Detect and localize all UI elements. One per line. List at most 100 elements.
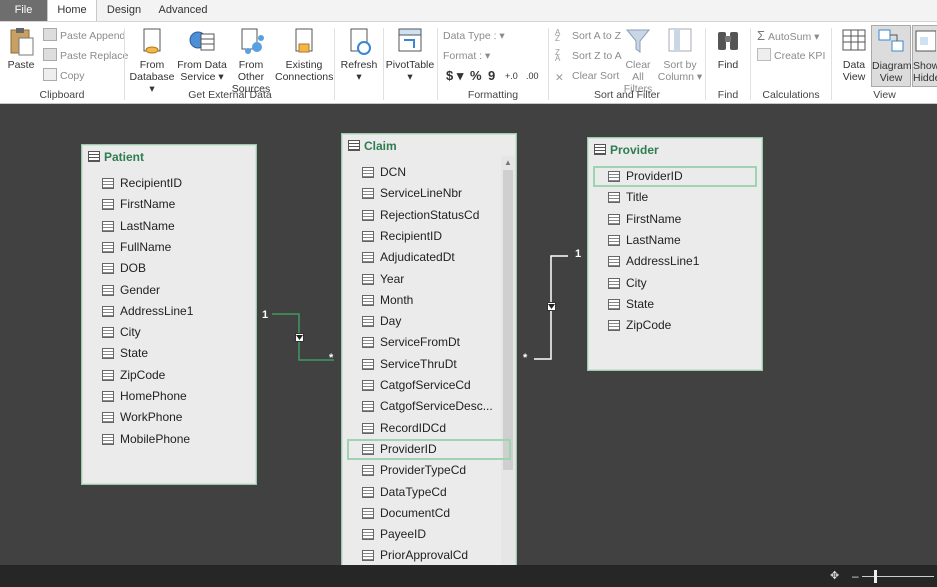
from-other-sources-button[interactable]: From Other Sources xyxy=(225,26,277,95)
provider-table[interactable]: Provider ProviderID Title FirstName LastNam… xyxy=(587,137,763,371)
column-row[interactable]: ServiceThruDt xyxy=(342,354,516,375)
find-button[interactable]: Find xyxy=(710,26,746,71)
column-label: AdjudicatedDt xyxy=(380,250,455,265)
column-row[interactable]: DCN xyxy=(342,162,516,183)
paste-button[interactable]: Paste xyxy=(4,26,38,71)
patient-table[interactable]: Patient RecipientID FirstName LastName Full… xyxy=(81,144,257,485)
column-label: DOB xyxy=(120,261,147,276)
data-view-button[interactable]: Data View xyxy=(836,26,872,83)
paste-append-icon xyxy=(43,28,57,41)
provider-table-title[interactable]: Provider xyxy=(588,138,762,162)
claim-table-title[interactable]: Claim xyxy=(342,134,516,158)
filter-direction-icon[interactable] xyxy=(547,302,556,311)
decrease-decimal-icon[interactable]: .00 xyxy=(526,68,539,84)
column-label: PayeeID xyxy=(380,527,427,542)
patient-table-title[interactable]: Patient xyxy=(82,145,256,169)
sort-a-to-z-button[interactable]: A Z Sort A to Z xyxy=(555,28,621,44)
sort-z-to-a-button[interactable]: Z A Sort Z to A xyxy=(555,48,622,64)
existing-connections-button[interactable]: Existing Connections xyxy=(275,26,333,83)
column-row[interactable]: AddressLine1 xyxy=(82,301,256,322)
column-row[interactable]: ZipCode xyxy=(82,365,256,386)
show-hidden-label-2: Hidde xyxy=(913,72,937,84)
autosum-button[interactable]: Σ AutoSum ▾ xyxy=(757,28,819,44)
column-row[interactable]: Month xyxy=(342,290,516,311)
percent-button[interactable]: % xyxy=(470,68,482,84)
filter-direction-icon[interactable] xyxy=(295,333,304,342)
paste-replace-button[interactable]: Paste Replace xyxy=(43,48,128,64)
column-row[interactable]: ProviderID xyxy=(588,166,762,187)
column-label: Year xyxy=(380,271,405,286)
column-row[interactable]: RecipientID xyxy=(82,173,256,194)
data-service-icon xyxy=(188,26,216,56)
column-row[interactable]: AddressLine1 xyxy=(588,251,762,272)
column-row[interactable]: City xyxy=(588,273,762,294)
column-row[interactable]: ProviderID xyxy=(342,438,516,460)
column-row[interactable]: DataTypeCd xyxy=(342,482,516,503)
tab-file[interactable]: File xyxy=(0,0,47,21)
column-row[interactable]: MobilePhone xyxy=(82,429,256,450)
column-row[interactable]: CatgofServiceCd xyxy=(342,375,516,396)
column-row[interactable]: ServiceFromDt xyxy=(342,332,516,353)
tab-home[interactable]: Home xyxy=(47,0,97,21)
column-row[interactable]: PriorApprovalCd xyxy=(342,545,516,566)
create-kpi-button[interactable]: Create KPI xyxy=(757,48,825,64)
column-row[interactable]: Day xyxy=(342,311,516,332)
column-row[interactable]: RecordIDCd xyxy=(342,418,516,439)
diagram-view-button[interactable]: Diagram View xyxy=(871,25,912,87)
column-row[interactable]: Title xyxy=(588,187,762,208)
column-row[interactable]: FirstName xyxy=(588,209,762,230)
copy-button[interactable]: Copy xyxy=(43,68,85,84)
data-view-icon xyxy=(840,26,868,56)
column-row[interactable]: ServiceLineNbr xyxy=(342,183,516,204)
sort-by-column-button[interactable]: Sort by Column ▾ xyxy=(657,26,703,83)
clear-sort-button[interactable]: ✕ Clear Sort xyxy=(555,68,619,84)
from-data-service-button[interactable]: From Data Service ▾ xyxy=(177,26,227,83)
column-row[interactable]: State xyxy=(82,343,256,364)
table-icon xyxy=(594,144,606,155)
column-row[interactable]: DOB xyxy=(82,258,256,279)
show-hidden-button[interactable]: Show Hidde xyxy=(912,25,937,87)
column-icon xyxy=(362,230,374,242)
increase-decimal-icon[interactable]: +.0 xyxy=(505,68,518,84)
column-row[interactable]: CatgofServiceDesc... xyxy=(342,396,516,417)
clear-all-filters-button[interactable]: Clear All Filters xyxy=(619,26,657,95)
column-row[interactable]: ProviderTypeCd xyxy=(342,460,516,481)
pivottable-button[interactable]: PivotTable ▾ xyxy=(385,26,435,83)
tab-advanced[interactable]: Advanced xyxy=(152,0,214,21)
column-row[interactable]: Year xyxy=(342,269,516,290)
diagram-canvas[interactable]: 1 * 1 * Patient RecipientID FirstName Last… xyxy=(0,104,937,569)
column-icon xyxy=(608,277,620,289)
column-row[interactable]: WorkPhone xyxy=(82,407,256,428)
comma-style-button[interactable]: 9 xyxy=(488,68,495,84)
column-row[interactable]: ZipCode xyxy=(588,315,762,336)
column-row[interactable]: Gender xyxy=(82,280,256,301)
tab-design[interactable]: Design xyxy=(100,0,148,21)
column-row[interactable]: State xyxy=(588,294,762,315)
claim-table[interactable]: Claim ▲ DCN ServiceLineNbr RejectionStatus… xyxy=(341,133,517,569)
column-label: ProviderID xyxy=(380,441,437,456)
column-row[interactable]: LastName xyxy=(588,230,762,251)
zoom-slider-track[interactable] xyxy=(862,576,934,577)
column-row[interactable]: FullName xyxy=(82,237,256,258)
zoom-slider-thumb[interactable] xyxy=(874,570,877,583)
fit-to-screen-icon[interactable]: ✥ xyxy=(830,569,839,582)
column-row[interactable]: PayeeID xyxy=(342,524,516,545)
column-row[interactable]: RejectionStatusCd xyxy=(342,205,516,226)
refresh-button[interactable]: Refresh ▾ xyxy=(337,26,381,83)
diagram-view-label-2: View xyxy=(879,72,903,84)
column-label: FullName xyxy=(120,239,172,254)
column-row[interactable]: FirstName xyxy=(82,194,256,215)
zoom-out-icon[interactable]: – xyxy=(852,569,859,583)
column-row[interactable]: LastName xyxy=(82,216,256,237)
column-row[interactable]: AdjudicatedDt xyxy=(342,247,516,268)
from-database-button[interactable]: From Database ▾ xyxy=(127,26,177,95)
column-row[interactable]: City xyxy=(82,322,256,343)
column-icon xyxy=(102,178,114,189)
currency-button[interactable]: $ ▾ xyxy=(446,68,463,84)
paste-append-button[interactable]: Paste Append xyxy=(43,28,125,44)
format-dropdown[interactable]: Format : ▾ xyxy=(443,48,490,64)
column-row[interactable]: DocumentCd xyxy=(342,503,516,524)
column-row[interactable]: RecipientID xyxy=(342,226,516,247)
column-row[interactable]: HomePhone xyxy=(82,386,256,407)
data-type-dropdown[interactable]: Data Type : ▾ xyxy=(443,28,505,44)
